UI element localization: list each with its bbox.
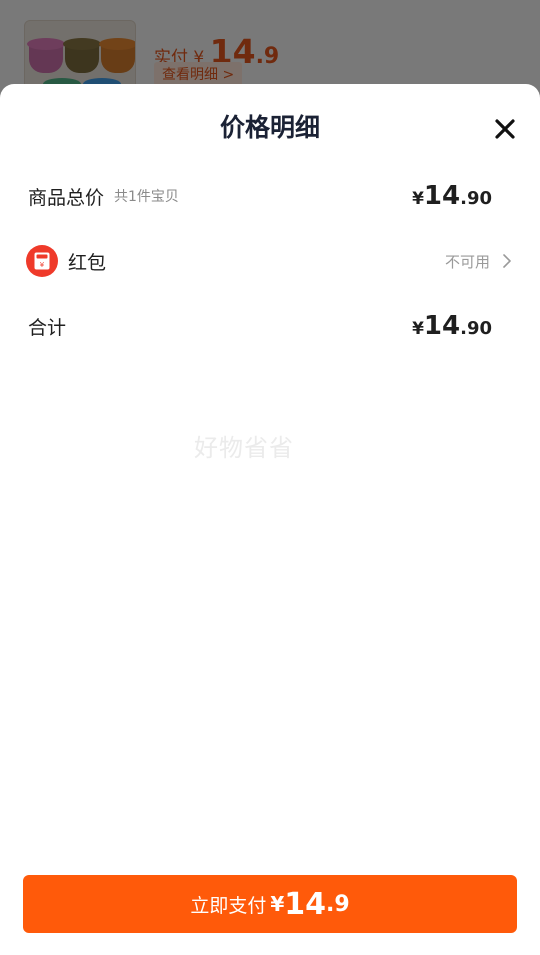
- pay-currency: ¥: [270, 892, 285, 916]
- goods-total-price: ¥ 14 .90: [412, 181, 514, 211]
- total-label: 合计: [28, 316, 67, 339]
- red-packet-row[interactable]: ¥ 红包 不可用: [26, 241, 514, 281]
- total-row: 合计 ¥ 14 .90: [28, 306, 514, 346]
- unavailable-text: 不可用: [444, 252, 490, 271]
- svg-text:¥: ¥: [40, 261, 45, 269]
- price-int: 14: [423, 181, 461, 211]
- item-count-label: 共1件宝贝: [114, 189, 179, 205]
- chevron-right-icon: [503, 254, 511, 268]
- red-packet-label: 红包: [68, 251, 107, 274]
- currency-symbol: ¥: [412, 189, 424, 209]
- pay-price-dec: .9: [326, 891, 350, 917]
- total-price: ¥ 14 .90: [412, 311, 514, 341]
- price-dec: .90: [460, 188, 492, 209]
- pay-now-button[interactable]: 立即支付 ¥ 14 .9: [23, 875, 517, 933]
- price-dec: .90: [460, 318, 492, 339]
- close-button[interactable]: [490, 114, 520, 144]
- goods-total-row: 商品总价 共1件宝贝 ¥ 14 .90: [28, 176, 514, 216]
- red-packet-status: 不可用: [445, 251, 514, 272]
- currency-symbol: ¥: [412, 319, 424, 339]
- price-int: 14: [423, 311, 461, 341]
- close-icon: [495, 119, 515, 139]
- watermark: 好物省省: [194, 434, 294, 462]
- goods-total-label: 商品总价: [28, 186, 105, 209]
- sheet-title: 价格明细: [219, 113, 320, 142]
- red-packet-icon: ¥: [26, 245, 58, 277]
- pay-price-int: 14: [284, 886, 326, 922]
- pay-label: 立即支付: [190, 894, 267, 917]
- price-detail-sheet: 价格明细 商品总价 共1件宝贝 ¥ 14 .90 ¥ 红包 不可用 合计 ¥ 1…: [0, 84, 540, 955]
